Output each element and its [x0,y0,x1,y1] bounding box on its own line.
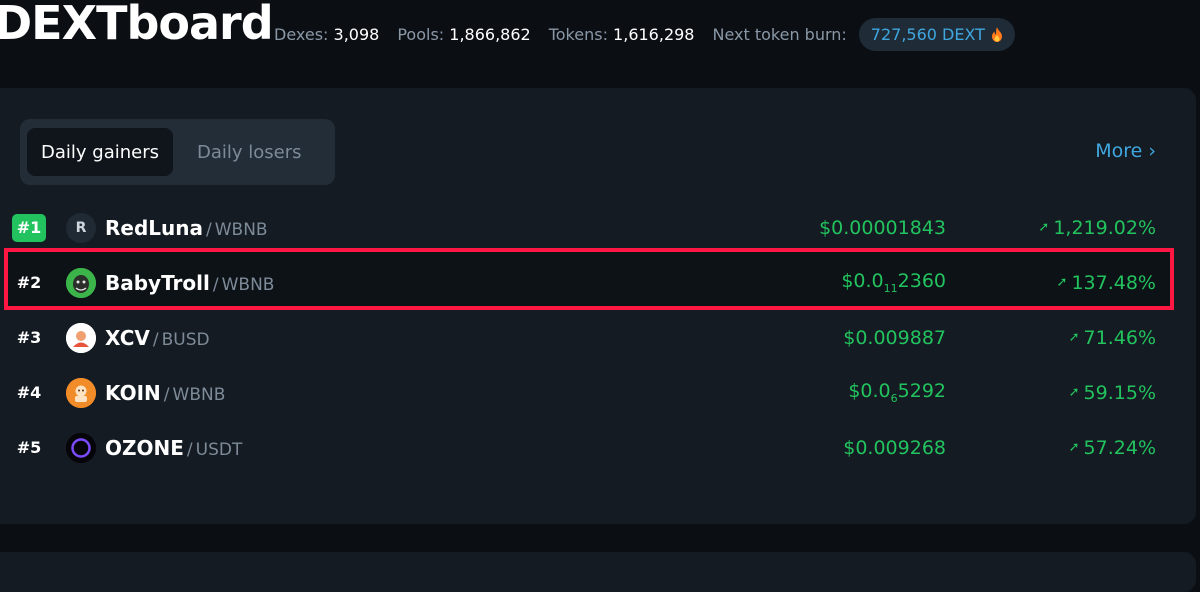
stat-dexes: Dexes: 3,098 [274,25,379,44]
price-change: ➚ 59.15% [1069,382,1156,404]
stat-label: Tokens: [548,24,608,44]
token-pair[interactable]: KOIN / WBNB [105,381,225,405]
stat-label: Dexes: [274,24,329,44]
site-logo[interactable]: DEXTboard [0,0,274,50]
stat-value: 1,866,862 [449,24,531,44]
price-change: ➚ 137.48% [1057,272,1156,294]
stat-pools: Pools: 1,866,862 [397,25,530,44]
koin-logo-icon [66,377,96,408]
list-item[interactable]: #2 BabyTroll / WBNB $0.0112360 ➚ 137.48% [0,255,1190,310]
arrow-up-icon: ➚ [1056,275,1068,290]
burn-value: 727,560 DEXT [870,24,985,44]
pair-separator: / [163,384,170,405]
rank-badge: #4 [16,383,42,402]
flame-icon [991,26,1002,42]
quote-token: USDT [195,439,243,460]
pair-separator: / [212,274,219,295]
list-item[interactable]: #3 XCV / BUSD $0.009887 ➚ 71.46% [0,310,1190,365]
pair-separator: / [186,439,193,460]
change-value: 1,219.02% [1053,216,1156,239]
token-pair[interactable]: RedLuna / WBNB [105,216,268,240]
more-link[interactable]: More › [1095,140,1156,162]
base-token: BabyTroll [105,270,210,295]
base-token: RedLuna [105,215,203,240]
burn-badge[interactable]: 727,560 DEXT [858,17,1015,51]
next-card [0,552,1196,592]
token-price: $0.0112360 [841,270,946,295]
change-value: 71.46% [1083,326,1156,349]
token-pair[interactable]: BabyTroll / WBNB [105,271,274,295]
rank-badge: #3 [16,328,42,347]
stat-label: Pools: [397,24,445,44]
ozone-ring-icon [66,432,96,463]
stats-bar: Dexes: 3,098 Pools: 1,866,862 Tokens: 1,… [274,15,1015,53]
token-avatar: R [66,212,96,243]
tab-switcher: Daily gainers Daily losers [20,119,335,185]
tab-daily-losers[interactable]: Daily losers [183,128,316,176]
base-token: OZONE [105,435,184,460]
change-value: 59.15% [1083,381,1156,404]
quote-token: WBNB [172,384,226,405]
arrow-up-icon: ➚ [1038,220,1050,235]
price-change: ➚ 57.24% [1069,437,1156,459]
rank-badge: #1 [12,213,46,242]
token-avatar [66,377,96,408]
price-change: ➚ 71.46% [1069,327,1156,349]
token-pair[interactable]: XCV / BUSD [105,326,210,350]
token-price: $0.009887 [843,326,946,349]
price-change: ➚ 1,219.02% [1038,217,1156,239]
token-avatar [66,267,96,298]
burn-label: Next token burn: [712,24,847,44]
rank-badge: #2 [16,273,42,292]
xcv-logo-icon [66,322,96,353]
list-item[interactable]: #5 OZONE / USDT $0.009268 ➚ 57.24% [0,420,1190,475]
change-value: 137.48% [1071,271,1156,294]
token-avatar [66,432,96,463]
arrow-up-icon: ➚ [1068,330,1080,345]
arrow-up-icon: ➚ [1068,385,1080,400]
stat-value: 1,616,298 [613,24,695,44]
base-token: XCV [105,325,150,350]
quote-token: WBNB [214,219,268,240]
gainers-card: Daily gainers Daily losers More › #1 R R… [0,88,1196,524]
list-item[interactable]: #1 R RedLuna / WBNB $0.00001843 ➚ 1,219.… [0,200,1190,255]
troll-face-icon [66,267,96,298]
tab-daily-gainers[interactable]: Daily gainers [27,128,173,176]
token-price: $0.009268 [843,436,946,459]
token-pair[interactable]: OZONE / USDT [105,436,242,460]
stat-tokens: Tokens: 1,616,298 [549,25,695,44]
token-price: $0.00001843 [819,216,946,239]
rank-badge: #5 [16,438,42,457]
header: DEXTboard Dexes: 3,098 Pools: 1,866,862 … [0,0,1200,80]
change-value: 57.24% [1083,436,1156,459]
quote-token: WBNB [221,274,275,295]
token-price: $0.065292 [848,380,946,405]
pair-separator: / [206,219,212,240]
quote-token: BUSD [161,329,210,350]
base-token: KOIN [105,380,161,405]
arrow-up-icon: ➚ [1068,440,1080,455]
pair-separator: / [152,329,159,350]
list-item[interactable]: #4 KOIN / WBNB $0.065292 ➚ 59.15% [0,365,1190,420]
token-avatar [66,322,96,353]
stat-value: 3,098 [333,24,380,44]
